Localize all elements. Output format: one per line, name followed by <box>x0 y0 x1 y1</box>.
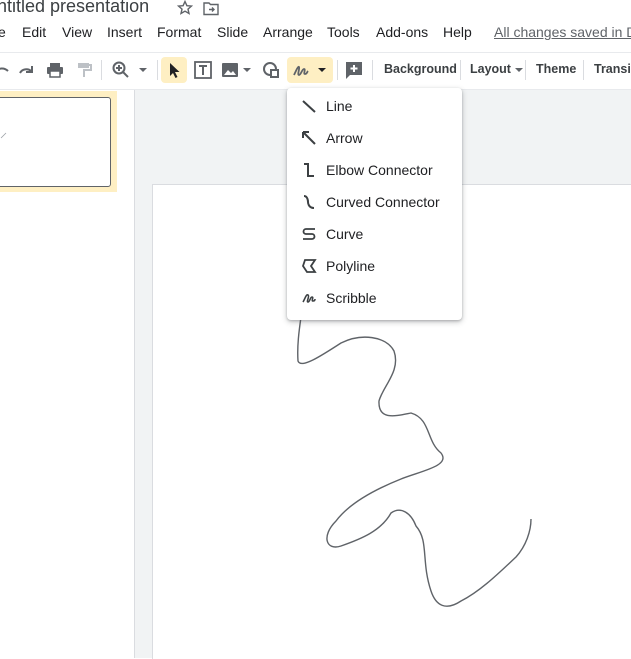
menu-item-label: Line <box>326 98 353 114</box>
menu-slide[interactable]: Slide <box>217 24 248 40</box>
layout-button[interactable]: Layout <box>470 62 524 76</box>
zoom-dropdown-icon[interactable] <box>134 60 154 80</box>
curve-icon <box>301 226 317 242</box>
move-to-folder-icon[interactable] <box>202 0 220 16</box>
arrow-icon <box>301 130 317 146</box>
toolbar-top-border <box>0 52 631 53</box>
toolbar-divider <box>157 60 158 80</box>
shape-icon[interactable] <box>261 60 281 80</box>
line-dropdown-icon[interactable] <box>313 60 333 80</box>
toolbar-divider <box>460 60 461 80</box>
polyline-icon <box>301 258 317 274</box>
document-title[interactable]: ntitled presentation <box>0 0 149 17</box>
menu-item-curve[interactable]: Curve <box>287 218 462 250</box>
menu-item-label: Curve <box>326 226 364 242</box>
menu-item-label: Arrow <box>326 130 363 146</box>
select-icon[interactable] <box>164 60 184 80</box>
text-box-icon[interactable] <box>193 60 213 80</box>
comment-icon[interactable] <box>344 60 364 80</box>
menu-item-elbow-connector[interactable]: Elbow Connector <box>287 154 462 186</box>
menu-item-label: Scribble <box>326 290 377 306</box>
menu-item-curved-connector[interactable]: Curved Connector <box>287 186 462 218</box>
image-icon[interactable] <box>220 60 240 80</box>
scribble-icon <box>301 290 317 306</box>
line-icon <box>301 98 317 114</box>
undo-icon[interactable] <box>0 60 12 80</box>
menu-item-label: Polyline <box>326 258 376 274</box>
zoom-icon[interactable] <box>111 60 131 80</box>
scribble-icon[interactable] <box>291 60 311 80</box>
toolbar-divider <box>525 60 526 80</box>
toolbar-divider <box>583 60 584 80</box>
layout-dropdown-icon <box>514 65 524 75</box>
background-button[interactable]: Background <box>384 62 457 76</box>
print-icon[interactable] <box>45 60 65 80</box>
redo-icon[interactable] <box>17 60 37 80</box>
menu-insert[interactable]: Insert <box>107 24 142 40</box>
curved-connector-icon <box>301 194 317 210</box>
menu-item-scribble[interactable]: Scribble <box>287 282 462 314</box>
menu-item-polyline[interactable]: Polyline <box>287 250 462 282</box>
paint-format-icon[interactable] <box>74 60 94 80</box>
layout-label: Layout <box>470 62 511 76</box>
menu-help[interactable]: Help <box>443 24 472 40</box>
toolbar-divider <box>101 60 102 80</box>
star-icon[interactable] <box>177 0 193 16</box>
menu-format[interactable]: Format <box>157 24 201 40</box>
menu-item-line[interactable]: Line <box>287 90 462 122</box>
toolbar-divider <box>372 60 373 80</box>
slide-thumbnail[interactable] <box>0 97 111 187</box>
menu-tools[interactable]: Tools <box>327 24 360 40</box>
theme-button[interactable]: Theme <box>536 62 576 76</box>
menu-view[interactable]: View <box>62 24 92 40</box>
menu-item-arrow[interactable]: Arrow <box>287 122 462 154</box>
menu-edit[interactable]: Edit <box>22 24 46 40</box>
menu-item-label: Elbow Connector <box>326 162 433 178</box>
slide-thumbnail-scribble <box>0 132 7 139</box>
line-type-menu: Line Arrow Elbow Connector Curved Connec… <box>287 88 462 320</box>
menu-item-label: Curved Connector <box>326 194 440 210</box>
image-dropdown-icon[interactable] <box>238 60 258 80</box>
elbow-connector-icon <box>301 162 317 178</box>
menu-arrange[interactable]: Arrange <box>263 24 313 40</box>
save-status-link[interactable]: All changes saved in D <box>494 24 631 40</box>
toolbar-divider <box>337 60 338 80</box>
transition-button[interactable]: Transit <box>594 62 631 76</box>
menu-file[interactable]: e <box>0 24 6 40</box>
menu-addons[interactable]: Add-ons <box>376 24 428 40</box>
